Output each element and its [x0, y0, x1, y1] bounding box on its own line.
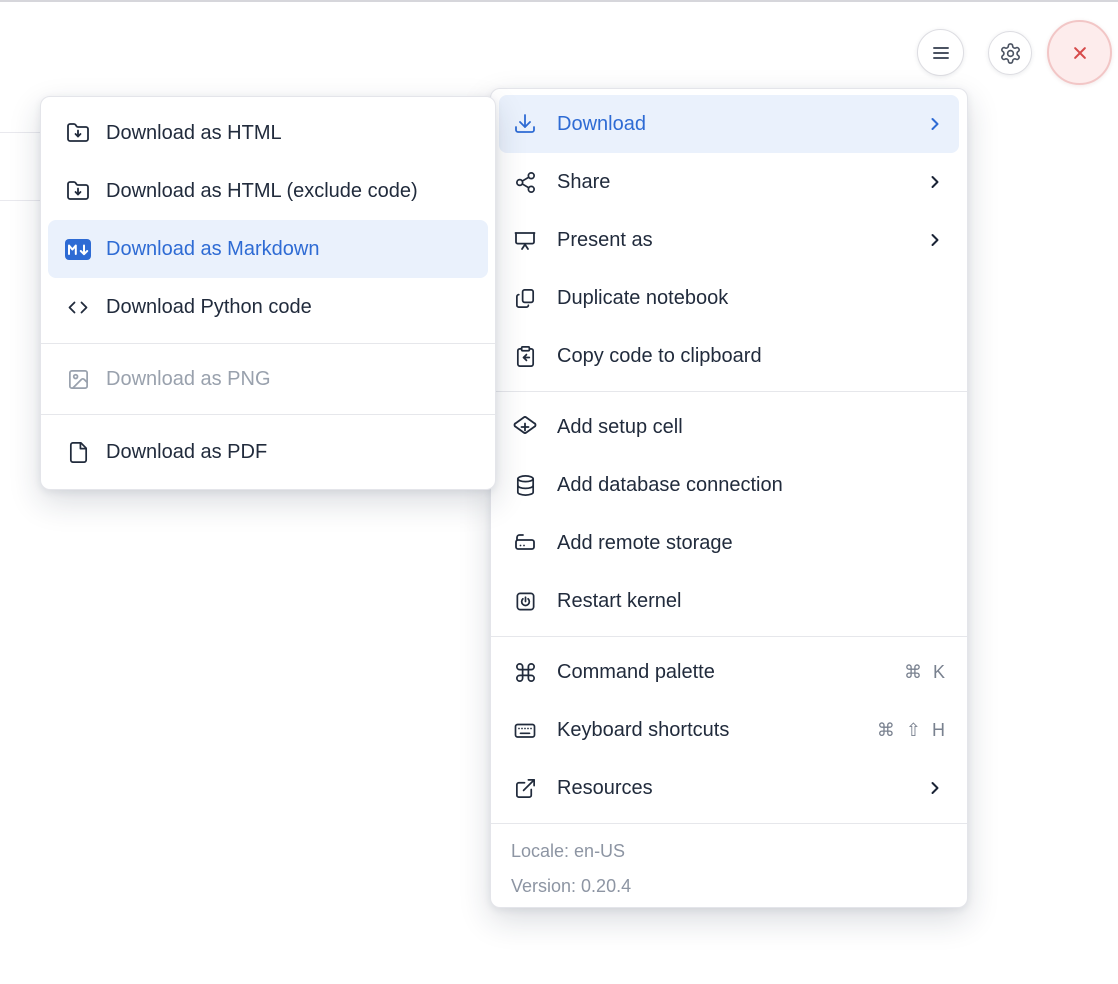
external-link-icon — [513, 776, 537, 800]
menu-item-label: Duplicate notebook — [557, 287, 945, 310]
menu-item-duplicate-notebook[interactable]: Duplicate notebook — [499, 269, 959, 327]
folder-down-icon — [66, 121, 90, 145]
menu-item-label: Download as PDF — [106, 441, 470, 464]
menu-item-restart-kernel[interactable]: Restart kernel — [499, 572, 959, 630]
locale-text: Locale: en-US — [511, 834, 947, 869]
menu-item-present-as[interactable]: Present as — [499, 211, 959, 269]
submenu-item-download-html[interactable]: Download as HTML — [48, 104, 488, 162]
settings-button[interactable] — [988, 31, 1032, 75]
keyboard-icon — [513, 718, 537, 742]
folder-down-icon — [66, 179, 90, 203]
menu-item-label: Download as HTML — [106, 122, 470, 145]
hard-drive-icon — [513, 531, 537, 555]
window-top-strip — [0, 0, 1118, 2]
chevron-right-icon — [925, 230, 945, 250]
download-icon — [513, 112, 537, 136]
duplicate-icon — [513, 286, 537, 310]
menu-item-copy-code[interactable]: Copy code to clipboard — [499, 327, 959, 385]
menu-item-resources[interactable]: Resources — [499, 759, 959, 817]
download-submenu: Download as HTML Download as HTML (exclu… — [40, 96, 496, 490]
menu-section-cells: Add setup cell Add database connection A… — [491, 391, 967, 636]
menu-item-label: Command palette — [557, 661, 884, 684]
close-x-icon — [1067, 40, 1093, 66]
notebook-menu: Download Share Present as — [490, 88, 968, 908]
chevron-right-icon — [925, 114, 945, 134]
database-icon — [513, 473, 537, 497]
menu-section-actions: Download Share Present as — [491, 89, 967, 391]
version-text: Version: 0.20.4 — [511, 869, 947, 904]
menu-item-command-palette[interactable]: Command palette ⌘ K — [499, 643, 959, 701]
background-divider — [0, 200, 40, 201]
share-icon — [513, 170, 537, 194]
submenu-item-download-markdown[interactable]: Download as Markdown — [48, 220, 488, 278]
markdown-download-icon — [66, 237, 90, 261]
menu-item-label: Download — [557, 113, 905, 136]
menu-item-label: Download Python code — [106, 296, 470, 319]
menu-item-download[interactable]: Download — [499, 95, 959, 153]
clipboard-copy-icon — [513, 344, 537, 368]
submenu-section-pdf: Download as PDF — [41, 414, 495, 489]
menu-section-help: Command palette ⌘ K Keyboard shortcuts ⌘… — [491, 636, 967, 823]
file-icon — [66, 440, 90, 464]
presentation-icon — [513, 228, 537, 252]
submenu-item-download-html-exclude-code[interactable]: Download as HTML (exclude code) — [48, 162, 488, 220]
command-icon — [513, 660, 537, 684]
menu-item-label: Present as — [557, 229, 905, 252]
chevron-right-icon — [925, 172, 945, 192]
image-icon — [66, 367, 90, 391]
menu-item-share[interactable]: Share — [499, 153, 959, 211]
menu-item-add-remote-storage[interactable]: Add remote storage — [499, 514, 959, 572]
power-square-icon — [513, 589, 537, 613]
menu-item-label: Share — [557, 171, 905, 194]
submenu-item-download-python[interactable]: Download Python code — [48, 278, 488, 336]
menu-item-label: Restart kernel — [557, 590, 945, 613]
menu-item-label: Add remote storage — [557, 532, 945, 555]
menu-item-label: Copy code to clipboard — [557, 345, 945, 368]
menu-item-label: Resources — [557, 777, 905, 800]
submenu-item-download-png: Download as PNG — [48, 350, 488, 408]
menu-item-label: Keyboard shortcuts — [557, 719, 857, 742]
hamburger-icon — [929, 41, 953, 65]
background-divider — [0, 132, 40, 133]
menu-item-label: Download as HTML (exclude code) — [106, 180, 470, 203]
submenu-item-download-pdf[interactable]: Download as PDF — [48, 423, 488, 481]
menu-item-label: Download as Markdown — [106, 238, 470, 261]
chevron-right-icon — [925, 778, 945, 798]
submenu-section-formats: Download as HTML Download as HTML (exclu… — [41, 97, 495, 343]
code-icon — [66, 295, 90, 319]
diamond-plus-icon — [513, 415, 537, 439]
menu-footer: Locale: en-US Version: 0.20.4 — [491, 823, 967, 916]
menu-button[interactable] — [917, 29, 964, 76]
close-button[interactable] — [1047, 20, 1112, 85]
submenu-section-png: Download as PNG — [41, 343, 495, 414]
menu-item-label: Download as PNG — [106, 368, 470, 391]
menu-item-keyboard-shortcuts[interactable]: Keyboard shortcuts ⌘ ⇧ H — [499, 701, 959, 759]
gear-icon — [999, 42, 1022, 65]
shortcut-hint: ⌘ K — [904, 662, 945, 683]
menu-item-label: Add database connection — [557, 474, 945, 497]
shortcut-hint: ⌘ ⇧ H — [877, 720, 945, 741]
menu-item-add-database[interactable]: Add database connection — [499, 456, 959, 514]
menu-item-add-setup-cell[interactable]: Add setup cell — [499, 398, 959, 456]
menu-item-label: Add setup cell — [557, 416, 945, 439]
